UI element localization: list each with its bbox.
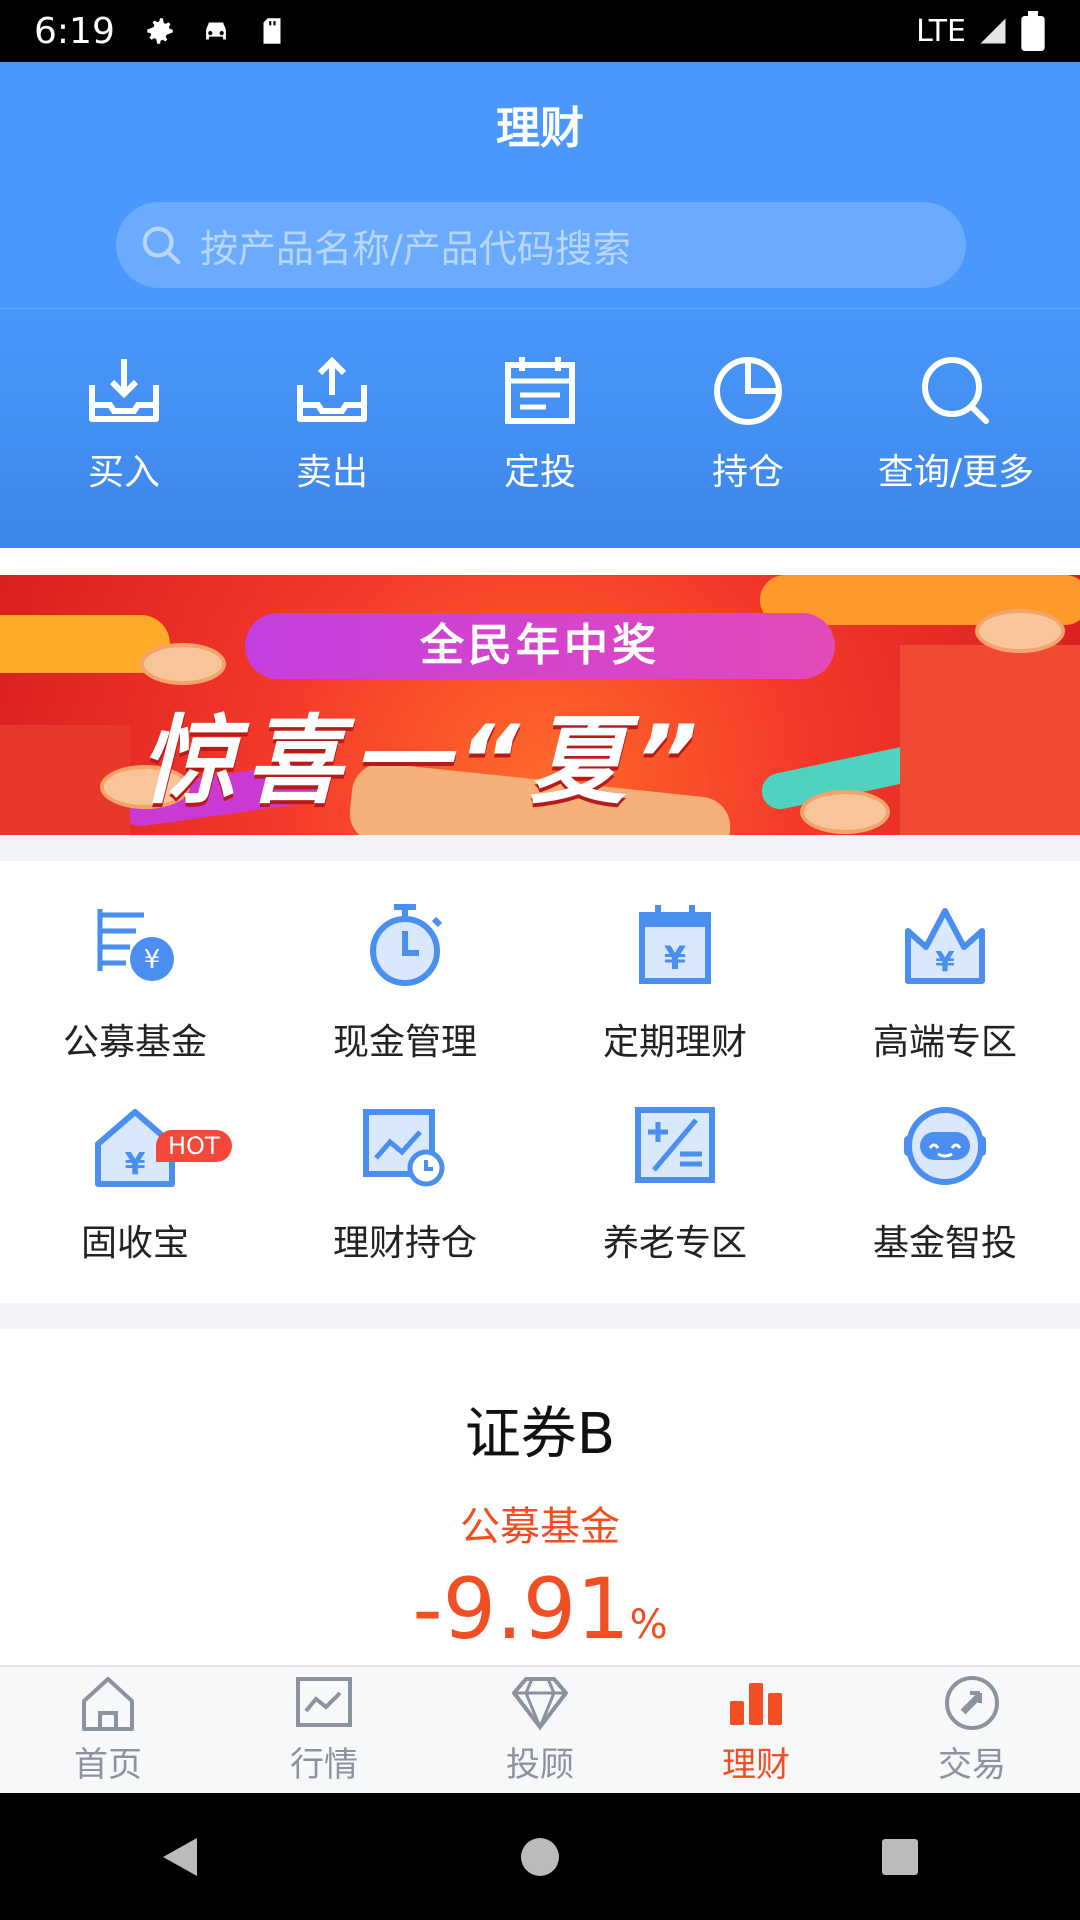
recents-icon[interactable]: [877, 1834, 923, 1880]
category-smart-invest[interactable]: 基金智投: [810, 1102, 1080, 1303]
category-wealth-holdings[interactable]: 理财持仓: [270, 1102, 540, 1303]
upload-tray-icon: [297, 356, 367, 422]
download-tray-icon: [89, 359, 159, 422]
coin-icon: [975, 609, 1065, 653]
product-return-rate: -9.91%: [0, 1560, 1080, 1658]
quick-action-label: 买入: [87, 452, 160, 493]
calendar-yen-icon: ¥: [639, 905, 711, 984]
network-type: LTE: [916, 13, 966, 49]
tab-trade[interactable]: 交易: [872, 1675, 1072, 1786]
chart-clock-icon: [363, 1109, 445, 1187]
tab-label: 投顾: [506, 1744, 574, 1785]
category-grid: ¥ 公募基金 现金管理 ¥ 定期理财 ¥ 高端专区 HOT ¥ 固收宝 理财持仓…: [0, 861, 1080, 1303]
coin-icon: [800, 790, 890, 834]
tab-label: 理财: [722, 1744, 790, 1785]
category-label: 固收宝: [80, 1223, 189, 1264]
svg-text:¥: ¥: [144, 945, 161, 975]
quick-action-label: 定投: [503, 452, 576, 493]
category-label: 高端专区: [872, 1022, 1017, 1063]
category-label: 基金智投: [872, 1223, 1017, 1264]
pie-chart-icon: [714, 357, 782, 425]
page-title: 理财: [496, 103, 584, 154]
section-divider: [0, 835, 1080, 861]
tab-label: 行情: [290, 1744, 358, 1785]
return-rate-unit: %: [629, 1602, 668, 1648]
svg-text:¥: ¥: [125, 1147, 146, 1182]
home-button-icon[interactable]: [517, 1834, 563, 1880]
bar-chart-icon: [730, 1682, 782, 1725]
quick-action-holdings[interactable]: 持仓: [648, 355, 848, 495]
car-icon: [205, 22, 226, 40]
robot-icon: [904, 1107, 986, 1185]
quick-action-buy[interactable]: 买入: [24, 355, 224, 495]
home-icon: [82, 1676, 134, 1731]
exchange-icon: [945, 1675, 999, 1730]
category-pension[interactable]: 养老专区: [540, 1102, 810, 1303]
return-rate-value: -9.91: [412, 1560, 630, 1658]
tab-home[interactable]: 首页: [8, 1675, 208, 1786]
quick-actions: 买入 卖出 定投 持仓 查询/更多: [0, 308, 1080, 548]
calculator-icon: [635, 1107, 715, 1183]
calendar-icon: [505, 357, 575, 424]
status-bar: 6:19 LTE: [0, 0, 1080, 62]
category-public-fund[interactable]: ¥ 公募基金: [0, 901, 270, 1102]
bottom-tab-bar: 首页 行情 投顾 理财 交易: [0, 1665, 1080, 1793]
tab-label: 首页: [74, 1744, 142, 1785]
diamond-icon: [512, 1676, 568, 1731]
banner-tagline: 惊喜一“夏”: [140, 705, 708, 817]
hot-badge: HOT: [156, 1130, 232, 1162]
quick-action-label: 查询/更多: [877, 452, 1035, 493]
fund-icon: ¥: [97, 909, 174, 981]
section-divider: [0, 1303, 1080, 1329]
category-premium[interactable]: ¥ 高端专区: [810, 901, 1080, 1102]
quick-action-label: 卖出: [295, 452, 368, 493]
quick-action-label: 持仓: [711, 452, 784, 493]
battery-icon: [1021, 11, 1045, 51]
tab-advisor[interactable]: 投顾: [440, 1675, 640, 1786]
market-chart-icon: [296, 1676, 352, 1727]
category-fixed-term[interactable]: ¥ 定期理财: [540, 901, 810, 1102]
coin-icon: [140, 643, 226, 685]
category-fixed-income[interactable]: HOT ¥ 固收宝: [0, 1102, 270, 1303]
category-cash-management[interactable]: 现金管理: [270, 901, 540, 1102]
quick-action-sell[interactable]: 卖出: [232, 355, 432, 495]
stopwatch-icon: [370, 904, 443, 986]
svg-text:¥: ¥: [935, 945, 955, 978]
product-name: 证券B: [464, 1402, 616, 1467]
status-time: 6:19: [34, 10, 115, 52]
banner-headline: 全民年中奖: [245, 613, 835, 679]
quick-action-query-more[interactable]: 查询/更多: [856, 355, 1056, 495]
search-icon: [922, 357, 989, 424]
search-icon: [142, 226, 181, 265]
quick-action-auto-invest[interactable]: 定投: [440, 355, 640, 495]
header: 理财 按产品名称/产品代码搜索: [0, 62, 1080, 308]
featured-product[interactable]: 证券B 公募基金 -9.91%: [0, 1329, 1080, 1665]
category-label: 现金管理: [332, 1022, 477, 1063]
crown-icon: ¥: [905, 908, 985, 984]
svg-text:¥: ¥: [664, 939, 686, 977]
search-input[interactable]: 按产品名称/产品代码搜索: [116, 202, 966, 288]
system-nav-bar: [0, 1793, 1080, 1920]
promo-banner[interactable]: 全民年中奖 惊喜一“夏”: [0, 575, 1080, 835]
back-icon[interactable]: [157, 1834, 203, 1880]
banner-decoration: [900, 645, 1080, 835]
tab-label: 交易: [938, 1744, 1006, 1785]
settings-icon: [147, 18, 173, 44]
category-label: 养老专区: [602, 1223, 747, 1264]
product-category: 公募基金: [460, 1504, 620, 1550]
sd-card-icon: [263, 18, 281, 44]
category-label: 定期理财: [602, 1022, 747, 1063]
search-placeholder: 按产品名称/产品代码搜索: [200, 226, 631, 271]
category-label: 理财持仓: [332, 1223, 477, 1264]
category-label: 公募基金: [62, 1022, 207, 1063]
tab-wealth[interactable]: 理财: [656, 1675, 856, 1786]
signal-icon: [980, 18, 1006, 44]
tab-market[interactable]: 行情: [224, 1675, 424, 1786]
